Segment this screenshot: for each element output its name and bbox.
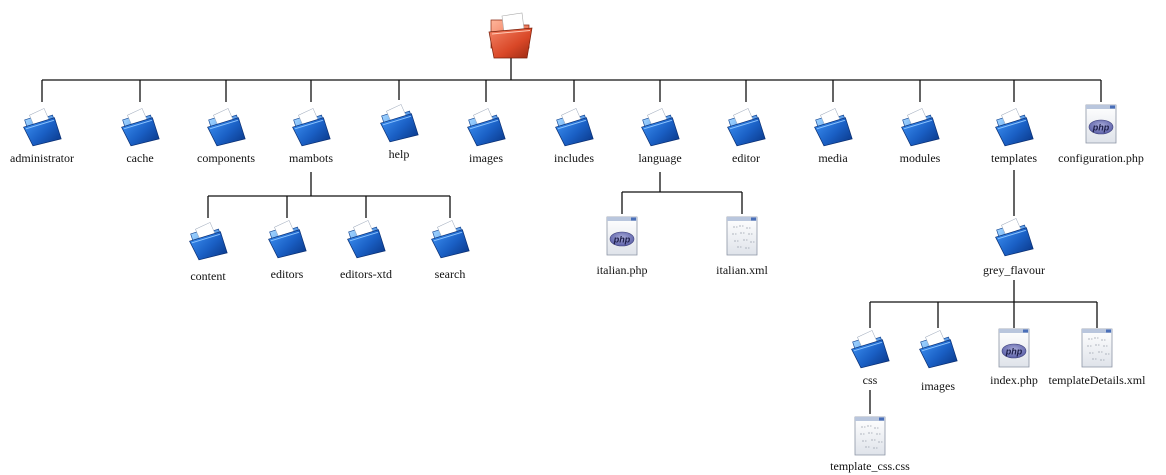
node-label-editor: editor xyxy=(732,151,760,165)
node-label-template-css: template_css.css xyxy=(830,459,910,473)
node-label-italian-php: italian.php xyxy=(597,263,648,277)
svg-text:php: php xyxy=(1005,347,1023,357)
folder-icon[interactable] xyxy=(901,108,940,147)
node-label-images-2: images xyxy=(921,379,955,393)
svg-text:php: php xyxy=(1092,123,1110,133)
folder-icon[interactable] xyxy=(555,108,594,147)
node-label-language: language xyxy=(638,151,681,165)
node-label-media: media xyxy=(818,151,848,165)
text-file-icon[interactable] xyxy=(726,216,758,256)
node-label-components: components xyxy=(197,151,255,165)
folder-icon[interactable] xyxy=(207,108,246,147)
node-label-cache: cache xyxy=(126,151,153,165)
folder-icon[interactable] xyxy=(23,108,62,147)
node-label-configuration: configuration.php xyxy=(1058,151,1144,165)
node-label-help: help xyxy=(389,147,410,161)
folder-icon[interactable] xyxy=(727,108,766,147)
node-label-administrator: administrator xyxy=(10,151,74,165)
node-label-italian-xml: italian.xml xyxy=(716,263,768,277)
node-label-mambots: mambots xyxy=(289,151,333,165)
folder-icon[interactable] xyxy=(121,108,160,147)
folder-icon[interactable] xyxy=(467,108,506,147)
folder-icon[interactable] xyxy=(814,108,853,147)
node-label-editors: editors xyxy=(271,267,304,281)
node-label-template-details: templateDetails.xml xyxy=(1049,373,1147,387)
node-label-content: content xyxy=(190,269,226,283)
node-label-modules: modules xyxy=(900,151,941,165)
text-file-icon[interactable] xyxy=(1081,328,1113,368)
folder-icon[interactable] xyxy=(292,108,331,147)
node-label-editors-xtd: editors-xtd xyxy=(340,267,392,281)
node-label-images: images xyxy=(469,151,503,165)
root-folder-open-icon[interactable] xyxy=(488,12,533,59)
node-label-includes: includes xyxy=(554,151,594,165)
directory-tree-diagram: administrator cache components mambots help i… xyxy=(10,12,1147,473)
text-file-icon[interactable] xyxy=(854,416,886,456)
php-file-icon[interactable]: php xyxy=(998,328,1030,368)
folder-icon[interactable] xyxy=(431,220,470,259)
folder-icon[interactable] xyxy=(919,330,958,369)
node-label-templates: templates xyxy=(991,151,1037,165)
php-file-icon[interactable]: php xyxy=(1085,104,1117,144)
folder-icon[interactable] xyxy=(851,330,890,369)
svg-text:php: php xyxy=(613,235,631,245)
folder-icon[interactable] xyxy=(347,220,386,259)
node-label-css: css xyxy=(863,373,878,387)
node-label-search: search xyxy=(435,267,466,281)
folder-icon[interactable] xyxy=(995,218,1034,257)
folder-icon[interactable] xyxy=(995,108,1034,147)
folder-icon[interactable] xyxy=(268,220,307,259)
php-file-icon[interactable]: php xyxy=(606,216,638,256)
folder-icon[interactable] xyxy=(189,222,228,261)
node-label-grey-flavour: grey_flavour xyxy=(983,263,1045,277)
folder-icon[interactable] xyxy=(380,104,419,143)
node-label-index-php: index.php xyxy=(990,373,1038,387)
folder-icon[interactable] xyxy=(641,108,680,147)
